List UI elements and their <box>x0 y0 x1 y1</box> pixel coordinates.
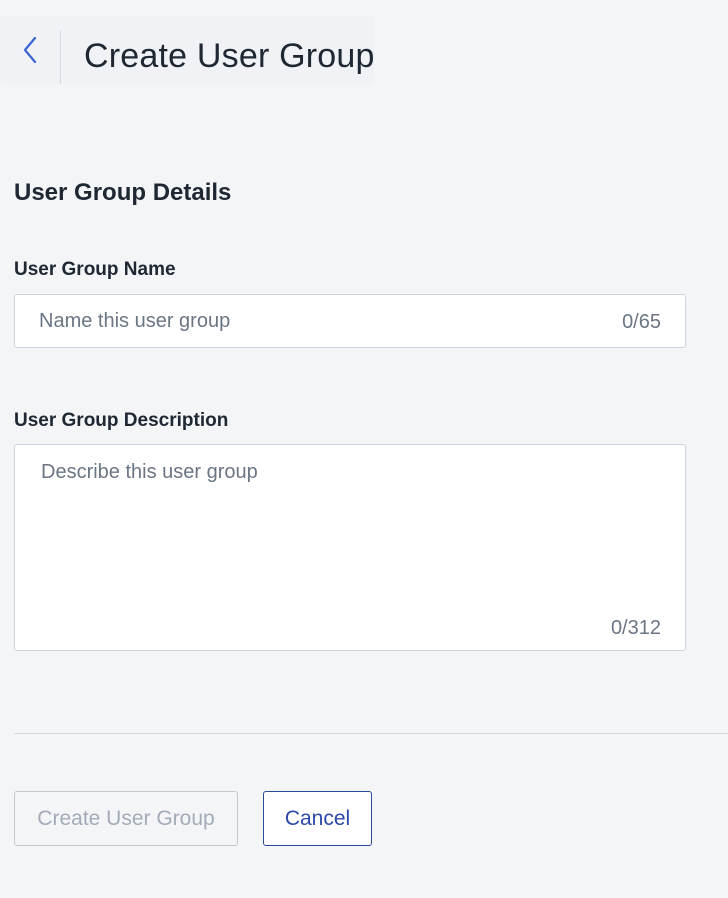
chevron-left-icon <box>23 36 37 64</box>
user-group-name-input[interactable] <box>15 295 595 347</box>
user-group-name-field: 0/65 <box>14 294 686 348</box>
page-title: Create User Group <box>84 37 375 75</box>
user-group-description-textarea[interactable] <box>15 445 685 615</box>
description-char-counter: 0/312 <box>610 617 661 639</box>
back-button[interactable] <box>0 16 60 84</box>
header-divider <box>60 30 61 84</box>
create-user-group-page: Create User Group User Group Details Use… <box>0 0 728 898</box>
footer-divider <box>14 733 728 734</box>
page-header: Create User Group <box>0 16 374 84</box>
user-group-name-label: User Group Name <box>14 259 176 280</box>
user-group-description-label: User Group Description <box>14 410 229 431</box>
name-char-counter: 0/65 <box>622 311 661 333</box>
user-group-description-field: 0/312 <box>14 444 686 651</box>
cancel-button[interactable]: Cancel <box>263 791 372 846</box>
section-title: User Group Details <box>14 179 232 206</box>
create-user-group-button[interactable]: Create User Group <box>14 791 238 846</box>
